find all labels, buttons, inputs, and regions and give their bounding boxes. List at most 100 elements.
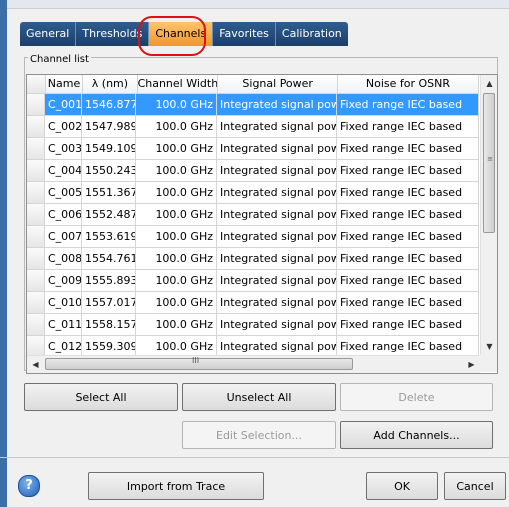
row-header[interactable] bbox=[27, 270, 45, 291]
row-header[interactable] bbox=[27, 248, 45, 269]
cell-channel-width[interactable]: 100.0 GHz bbox=[136, 314, 217, 335]
table-row[interactable]: C_011 1558.157 100.0 GHz Integrated signal … bbox=[27, 314, 479, 336]
cell-noise[interactable]: Fixed range IEC based bbox=[337, 292, 479, 313]
cell-name[interactable]: C_001 bbox=[45, 94, 82, 115]
cell-noise[interactable]: Fixed range IEC based bbox=[337, 160, 479, 181]
cell-channel-width[interactable]: 100.0 GHz bbox=[136, 182, 217, 203]
cell-wavelength[interactable]: 1550.243 bbox=[82, 160, 136, 181]
row-header[interactable] bbox=[27, 292, 45, 313]
cell-noise[interactable]: Fixed range IEC based bbox=[337, 314, 479, 335]
cell-name[interactable]: C_003 bbox=[45, 138, 82, 159]
select-all-button[interactable]: Select All bbox=[24, 383, 178, 411]
cell-noise[interactable]: Fixed range IEC based bbox=[337, 336, 479, 357]
column-header-wavelength[interactable]: λ (nm) bbox=[83, 75, 138, 93]
cancel-button[interactable]: Cancel bbox=[444, 472, 506, 500]
table-row[interactable]: C_006 1552.487 100.0 GHz Integrated signal … bbox=[27, 204, 479, 226]
tab-favorites[interactable]: Favorites bbox=[213, 22, 276, 46]
row-header[interactable] bbox=[27, 204, 45, 225]
cell-channel-width[interactable]: 100.0 GHz bbox=[136, 138, 217, 159]
cell-noise[interactable]: Fixed range IEC based bbox=[337, 226, 479, 247]
cell-signal-power[interactable]: Integrated signal power bbox=[217, 336, 337, 357]
cell-wavelength[interactable]: 1549.109 bbox=[82, 138, 136, 159]
cell-signal-power[interactable]: Integrated signal power bbox=[217, 248, 337, 269]
cell-signal-power[interactable]: Integrated signal power bbox=[217, 314, 337, 335]
tab-calibration[interactable]: Calibration bbox=[275, 22, 348, 46]
cell-name[interactable]: C_012 bbox=[45, 336, 82, 357]
cell-wavelength[interactable]: 1557.017 bbox=[82, 292, 136, 313]
delete-button[interactable]: Delete bbox=[340, 383, 493, 411]
cell-signal-power[interactable]: Integrated signal power bbox=[217, 138, 337, 159]
column-header-channel-width[interactable]: Channel Width bbox=[138, 75, 219, 93]
cell-noise[interactable]: Fixed range IEC based bbox=[337, 138, 479, 159]
row-header[interactable] bbox=[27, 226, 45, 247]
cell-channel-width[interactable]: 100.0 GHz bbox=[136, 94, 217, 115]
table-row[interactable]: C_001 1546.877 100.0 GHz Integrated signal … bbox=[27, 94, 479, 116]
cell-name[interactable]: C_005 bbox=[45, 182, 82, 203]
cell-signal-power[interactable]: Integrated signal power bbox=[217, 204, 337, 225]
scroll-left-icon[interactable]: ◀ bbox=[27, 356, 44, 373]
cell-signal-power[interactable]: Integrated signal power bbox=[217, 226, 337, 247]
cell-noise[interactable]: Fixed range IEC based bbox=[337, 248, 479, 269]
scroll-right-icon[interactable]: ▶ bbox=[463, 356, 480, 373]
cell-wavelength[interactable]: 1558.157 bbox=[82, 314, 136, 335]
cell-wavelength[interactable]: 1552.487 bbox=[82, 204, 136, 225]
row-header[interactable] bbox=[27, 116, 45, 137]
cell-channel-width[interactable]: 100.0 GHz bbox=[136, 204, 217, 225]
cell-channel-width[interactable]: 100.0 GHz bbox=[136, 270, 217, 291]
ok-button[interactable]: OK bbox=[366, 472, 438, 500]
row-header[interactable] bbox=[27, 160, 45, 181]
import-from-trace-button[interactable]: Import from Trace bbox=[88, 472, 264, 500]
cell-noise[interactable]: Fixed range IEC based bbox=[337, 182, 479, 203]
column-header-signal-power[interactable]: Signal Power bbox=[218, 75, 338, 93]
tab-channels[interactable]: Channels bbox=[149, 22, 214, 46]
cell-signal-power[interactable]: Integrated signal power bbox=[217, 94, 337, 115]
table-row[interactable]: C_007 1553.619 100.0 GHz Integrated signal … bbox=[27, 226, 479, 248]
cell-name[interactable]: C_009 bbox=[45, 270, 82, 291]
row-header[interactable] bbox=[27, 138, 45, 159]
row-header[interactable] bbox=[27, 336, 45, 357]
table-row[interactable]: C_010 1557.017 100.0 GHz Integrated signal … bbox=[27, 292, 479, 314]
cell-noise[interactable]: Fixed range IEC based bbox=[337, 270, 479, 291]
table-row[interactable]: C_004 1550.243 100.0 GHz Integrated signal … bbox=[27, 160, 479, 182]
cell-name[interactable]: C_008 bbox=[45, 248, 82, 269]
cell-channel-width[interactable]: 100.0 GHz bbox=[136, 336, 217, 357]
cell-name[interactable]: C_006 bbox=[45, 204, 82, 225]
table-row[interactable]: C_008 1554.761 100.0 GHz Integrated signal … bbox=[27, 248, 479, 270]
cell-wavelength[interactable]: 1546.877 bbox=[82, 94, 136, 115]
table-row[interactable]: C_003 1549.109 100.0 GHz Integrated signal … bbox=[27, 138, 479, 160]
cell-name[interactable]: C_010 bbox=[45, 292, 82, 313]
row-header[interactable] bbox=[27, 94, 45, 115]
tab-general[interactable]: General bbox=[20, 22, 77, 46]
cell-wavelength[interactable]: 1553.619 bbox=[82, 226, 136, 247]
cell-signal-power[interactable]: Integrated signal power bbox=[217, 160, 337, 181]
cell-noise[interactable]: Fixed range IEC based bbox=[337, 116, 479, 137]
cell-wavelength[interactable]: 1554.761 bbox=[82, 248, 136, 269]
add-channels-button[interactable]: Add Channels... bbox=[340, 421, 493, 449]
cell-channel-width[interactable]: 100.0 GHz bbox=[136, 160, 217, 181]
cell-wavelength[interactable]: 1559.309 bbox=[82, 336, 136, 357]
tab-thresholds[interactable]: Thresholds bbox=[76, 22, 150, 46]
vertical-scrollbar[interactable]: ▲ ≡ ▼ bbox=[480, 75, 497, 355]
cell-noise[interactable]: Fixed range IEC based bbox=[337, 94, 479, 115]
cell-signal-power[interactable]: Integrated signal power bbox=[217, 116, 337, 137]
cell-channel-width[interactable]: 100.0 GHz bbox=[136, 292, 217, 313]
column-header-noise[interactable]: Noise for OSNR bbox=[338, 75, 479, 93]
scroll-up-icon[interactable]: ▲ bbox=[481, 75, 497, 92]
horizontal-scrollbar[interactable]: ◀ III ▶ bbox=[27, 355, 480, 373]
cell-signal-power[interactable]: Integrated signal power bbox=[217, 182, 337, 203]
row-header[interactable] bbox=[27, 314, 45, 335]
scroll-down-icon[interactable]: ▼ bbox=[481, 338, 497, 355]
cell-wavelength[interactable]: 1547.989 bbox=[82, 116, 136, 137]
cell-signal-power[interactable]: Integrated signal power bbox=[217, 292, 337, 313]
cell-signal-power[interactable]: Integrated signal power bbox=[217, 270, 337, 291]
table-row[interactable]: C_009 1555.893 100.0 GHz Integrated signal … bbox=[27, 270, 479, 292]
vertical-scroll-thumb[interactable]: ≡ bbox=[483, 93, 495, 233]
help-icon[interactable]: ? bbox=[18, 475, 40, 497]
cell-name[interactable]: C_002 bbox=[45, 116, 82, 137]
column-header-name[interactable]: Name bbox=[46, 75, 84, 93]
cell-channel-width[interactable]: 100.0 GHz bbox=[136, 226, 217, 247]
horizontal-scroll-thumb[interactable]: III bbox=[45, 356, 353, 370]
unselect-all-button[interactable]: Unselect All bbox=[182, 383, 336, 411]
cell-name[interactable]: C_004 bbox=[45, 160, 82, 181]
cell-name[interactable]: C_007 bbox=[45, 226, 82, 247]
